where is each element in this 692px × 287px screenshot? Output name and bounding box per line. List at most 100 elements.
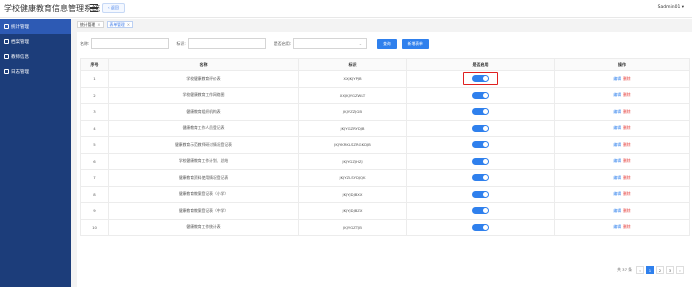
edit-link[interactable]: 编辑 (613, 142, 621, 147)
enabled-toggle[interactable] (472, 190, 489, 198)
app-title: 学校健康教育信息管理系统 (4, 4, 100, 13)
table-row: 2 学校健康教育工作网络图 XXJKJYGZWLT 编辑 删除 (80, 86, 690, 104)
top-bar: 学校健康教育信息管理系统 ‹ 返回 Sadmin01 ▾ (0, 0, 692, 18)
enabled-toggle[interactable] (472, 223, 489, 231)
sidebar-item-label: 统计管理 (11, 24, 29, 30)
delete-link[interactable]: 删除 (623, 191, 631, 196)
prev-page-button[interactable]: ‹ (636, 266, 644, 274)
enabled-toggle-wrap (472, 108, 489, 116)
cell-enabled (406, 185, 555, 203)
delete-link[interactable]: 删除 (623, 208, 631, 213)
cell-code: JKJYJDJBZX (298, 202, 407, 220)
sidebar: 统计管理 档案管理 教师信息 日志管理 (0, 19, 71, 287)
cell-name: 健康教育资料使用情况登记表 (108, 169, 299, 187)
page-3-button[interactable]: 3 (666, 266, 674, 274)
edit-link[interactable]: 编辑 (613, 158, 621, 163)
cell-actions: 编辑 删除 (554, 103, 690, 121)
enabled-toggle[interactable] (472, 157, 489, 165)
enabled-toggle-wrap (472, 223, 489, 231)
user-menu[interactable]: Sadmin01 ▾ (658, 5, 684, 10)
sidebar-item-logs[interactable]: 日志管理 (0, 64, 71, 79)
cell-actions: 编辑 删除 (554, 185, 690, 203)
toggle-knob (483, 125, 488, 131)
cell-name: 健康教育示范教师研讨情况登记表 (108, 136, 299, 154)
toggle-knob (483, 224, 488, 230)
name-input[interactable] (91, 38, 170, 49)
delete-link[interactable]: 删除 (623, 158, 631, 163)
back-button-label: 返回 (110, 5, 119, 10)
cell-actions: 编辑 删除 (554, 70, 690, 88)
add-form-button[interactable]: 新增表单 (401, 38, 429, 49)
close-icon[interactable]: × (97, 22, 100, 27)
delete-link[interactable]: 删除 (623, 142, 631, 147)
cell-actions: 编辑 删除 (554, 119, 690, 137)
delete-link[interactable]: 删除 (623, 175, 631, 180)
cell-no: 4 (80, 119, 109, 137)
cell-no: 3 (80, 103, 109, 121)
enable-select[interactable]: ⌄ (293, 38, 368, 49)
sidebar-item-statistics[interactable]: 统计管理 (0, 19, 71, 34)
cell-enabled (406, 218, 555, 236)
delete-link[interactable]: 删除 (623, 76, 631, 81)
enabled-toggle[interactable] (472, 75, 489, 83)
enabled-toggle-wrap (472, 157, 489, 165)
close-icon[interactable]: × (127, 22, 130, 27)
edit-link[interactable]: 编辑 (613, 191, 621, 196)
tab-label: 统计管理 (80, 21, 96, 27)
delete-link[interactable]: 删除 (623, 92, 631, 97)
chevron-down-icon: ⌄ (358, 41, 363, 46)
cell-name: 健康教育工作统计表 (108, 218, 299, 236)
next-page-button[interactable]: › (676, 266, 684, 274)
edit-link[interactable]: 编辑 (613, 224, 621, 229)
enabled-toggle[interactable] (472, 141, 489, 149)
cell-enabled (406, 202, 555, 220)
delete-link[interactable]: 删除 (623, 224, 631, 229)
delete-link[interactable]: 删除 (623, 125, 631, 130)
hamburger-menu-icon[interactable] (90, 4, 98, 12)
search-bar: 名称: 标识: 是否启用: ⌄ 查询 新增表单 (80, 37, 429, 50)
tab-statistics[interactable]: 统计管理 × (77, 21, 104, 28)
edit-link[interactable]: 编辑 (613, 175, 621, 180)
enabled-toggle[interactable] (472, 108, 489, 116)
toggle-knob (483, 158, 488, 164)
code-label: 标识: (176, 40, 186, 46)
cell-enabled (406, 152, 555, 170)
enabled-toggle[interactable] (472, 124, 489, 132)
enabled-toggle[interactable] (472, 91, 489, 99)
enabled-toggle-wrap (463, 72, 498, 86)
enabled-toggle[interactable] (472, 207, 489, 215)
table-row: 6 学校健康教育工作计划、总结 JKJYGZJHZJ 编辑 删除 (80, 152, 690, 170)
cell-no: 10 (80, 218, 109, 236)
cell-name: 学校健康教育工作计划、总结 (108, 152, 299, 170)
table-row: 10 健康教育工作统计表 JKJYGZTJB 编辑 删除 (80, 218, 690, 236)
column-header-no: 序号 (80, 58, 109, 71)
edit-link[interactable]: 编辑 (613, 109, 621, 114)
cell-no: 9 (80, 202, 109, 220)
edit-link[interactable]: 编辑 (613, 125, 621, 130)
table-row: 3 健康教育组织机构表 JKJYZZJGB 编辑 删除 (80, 103, 690, 121)
cell-no: 7 (80, 169, 109, 187)
toggle-knob (483, 76, 488, 82)
toggle-knob (483, 109, 488, 115)
cell-no: 2 (80, 86, 109, 104)
code-input[interactable] (187, 38, 266, 49)
page-2-button[interactable]: 2 (656, 266, 664, 274)
edit-link[interactable]: 编辑 (613, 208, 621, 213)
tab-forms[interactable]: 表单管理 × (106, 21, 134, 28)
edit-link[interactable]: 编辑 (613, 76, 621, 81)
column-header-name: 名称 (108, 58, 299, 71)
name-label: 名称: (80, 40, 90, 46)
cell-name: 学校健康教育工作网络图 (108, 86, 299, 104)
sidebar-item-archives[interactable]: 档案管理 (0, 34, 71, 49)
cell-code: JKJYZZJGB (298, 103, 407, 121)
column-header-actions: 操作 (554, 58, 690, 71)
page-1-button[interactable]: 1 (646, 266, 654, 274)
sidebar-item-teachers[interactable]: 教师信息 (0, 49, 71, 64)
edit-link[interactable]: 编辑 (613, 92, 621, 97)
back-button[interactable]: ‹ 返回 (102, 3, 125, 13)
query-button[interactable]: 查询 (377, 38, 397, 49)
cell-name: 健康教育组织机构表 (108, 103, 299, 121)
enabled-toggle[interactable] (472, 174, 489, 182)
delete-link[interactable]: 删除 (623, 109, 631, 114)
pagination: 共 37 条 ‹ 1 2 3 › (617, 266, 684, 274)
